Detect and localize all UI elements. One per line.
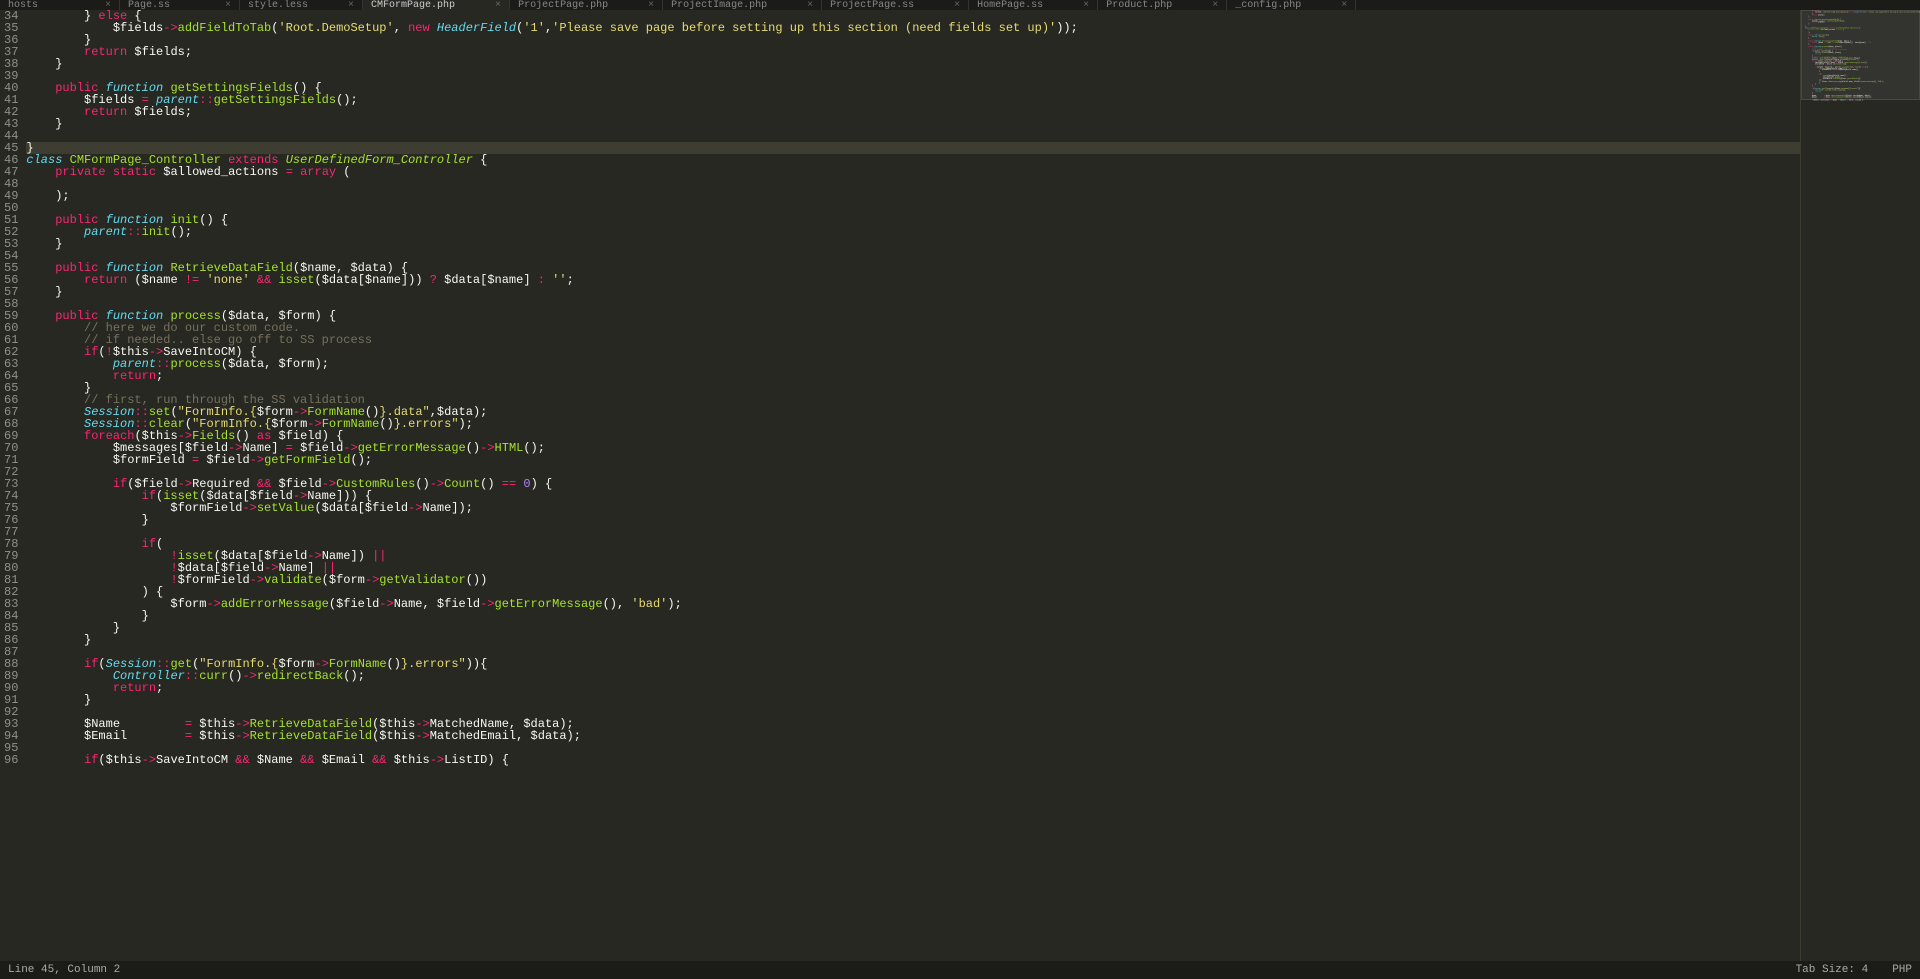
tab-page-ss[interactable]: Page.ss × <box>120 0 240 10</box>
line-number-gutter: 3435363738394041424344454647484950515253… <box>0 10 26 961</box>
tab--config-php[interactable]: _config.php × <box>1227 0 1356 10</box>
close-icon[interactable]: × <box>648 0 654 11</box>
code-line[interactable]: // if needed.. else go off to SS process <box>26 334 1800 346</box>
code-line[interactable]: parent::process($data, $form); <box>26 358 1800 370</box>
line-number: 96 <box>4 754 18 766</box>
tab-product-php[interactable]: Product.php × <box>1098 0 1227 10</box>
status-bar: Line 45, Column 2 Tab Size: 4 PHP <box>0 961 1920 979</box>
code-line[interactable]: if($this->SaveIntoCM && $Name && $Email … <box>26 754 1800 766</box>
tab-label: Product.php <box>1106 0 1172 11</box>
code-line[interactable] <box>26 178 1800 190</box>
code-line[interactable]: Controller::curr()->redirectBack(); <box>26 670 1800 682</box>
code-line[interactable]: return; <box>26 682 1800 694</box>
close-icon[interactable]: × <box>807 0 813 11</box>
tab-label: Page.ss <box>128 0 170 11</box>
code-line[interactable] <box>26 526 1800 538</box>
code-line[interactable]: } <box>26 238 1800 250</box>
code-line[interactable]: } <box>26 610 1800 622</box>
editor: 3435363738394041424344454647484950515253… <box>0 10 1920 961</box>
close-icon[interactable]: × <box>495 0 501 11</box>
code-line[interactable] <box>26 130 1800 142</box>
code-line[interactable]: !$formField->validate($form->getValidato… <box>26 574 1800 586</box>
minimap-viewport[interactable] <box>1801 10 1920 100</box>
code-line[interactable]: } <box>26 622 1800 634</box>
code-line[interactable]: } <box>26 58 1800 70</box>
tab-label: ProjectPage.php <box>518 0 608 11</box>
tab-label: ProjectImage.php <box>671 0 767 11</box>
code-area[interactable]: } else { $fields->addFieldToTab('Root.De… <box>26 10 1800 961</box>
code-line[interactable]: ); <box>26 190 1800 202</box>
close-icon[interactable]: × <box>954 0 960 11</box>
code-line[interactable]: } <box>26 34 1800 46</box>
close-icon[interactable]: × <box>1212 0 1218 11</box>
status-tab-size[interactable]: Tab Size: 4 <box>1796 964 1869 976</box>
close-icon[interactable]: × <box>1341 0 1347 11</box>
tab-projectimage-php[interactable]: ProjectImage.php × <box>663 0 822 10</box>
code-line[interactable]: $fields->addFieldToTab('Root.DemoSetup',… <box>26 22 1800 34</box>
code-line[interactable]: } <box>26 118 1800 130</box>
tab-label: ProjectPage.ss <box>830 0 914 11</box>
code-line[interactable]: } <box>26 694 1800 706</box>
tab-label: CMFormPage.php <box>371 0 455 11</box>
code-line[interactable]: private static $allowed_actions = array … <box>26 166 1800 178</box>
code-line[interactable]: return; <box>26 370 1800 382</box>
code-line[interactable] <box>26 202 1800 214</box>
tab-homepage-ss[interactable]: HomePage.ss × <box>969 0 1098 10</box>
code-line[interactable]: $form->addErrorMessage($field->Name, $fi… <box>26 598 1800 610</box>
code-line[interactable]: $Email = $this->RetrieveDataField($this-… <box>26 730 1800 742</box>
tab-cmformpage-php[interactable]: CMFormPage.php × <box>363 0 510 10</box>
tab-label: style.less <box>248 0 308 11</box>
code-line[interactable]: } <box>26 514 1800 526</box>
code-line[interactable]: return ($name != 'none' && isset($data[$… <box>26 274 1800 286</box>
tab-projectpage-php[interactable]: ProjectPage.php × <box>510 0 663 10</box>
code-line[interactable]: return $fields; <box>26 46 1800 58</box>
code-line[interactable]: parent::init(); <box>26 226 1800 238</box>
code-line[interactable]: } <box>26 286 1800 298</box>
tab-bar: hosts× Page.ss × style.less × CMFormPage.php ×… <box>0 0 1920 10</box>
code-line[interactable]: return $fields; <box>26 106 1800 118</box>
close-icon[interactable]: × <box>1083 0 1089 11</box>
close-icon[interactable]: × <box>225 0 231 11</box>
code-line[interactable]: $formField->setValue($data[$field->Name]… <box>26 502 1800 514</box>
code-line[interactable]: $formField = $field->getFormField(); <box>26 454 1800 466</box>
tab-label: _config.php <box>1235 0 1301 11</box>
close-icon[interactable]: × <box>348 0 354 11</box>
status-language[interactable]: PHP <box>1892 964 1912 976</box>
code-line[interactable]: public function init() { <box>26 214 1800 226</box>
tab-style-less[interactable]: style.less × <box>240 0 363 10</box>
minimap[interactable]: } else { $fields->addFieldToTab('Root.De… <box>1800 10 1920 961</box>
tab-projectpage-ss[interactable]: ProjectPage.ss × <box>822 0 969 10</box>
code-line[interactable]: } <box>26 634 1800 646</box>
status-cursor-position[interactable]: Line 45, Column 2 <box>8 964 120 976</box>
tab-hosts[interactable]: hosts× <box>0 0 120 10</box>
code-line[interactable]: $fields = parent::getSettingsFields(); <box>26 94 1800 106</box>
close-icon[interactable]: × <box>105 0 111 11</box>
tab-label: HomePage.ss <box>977 0 1043 11</box>
